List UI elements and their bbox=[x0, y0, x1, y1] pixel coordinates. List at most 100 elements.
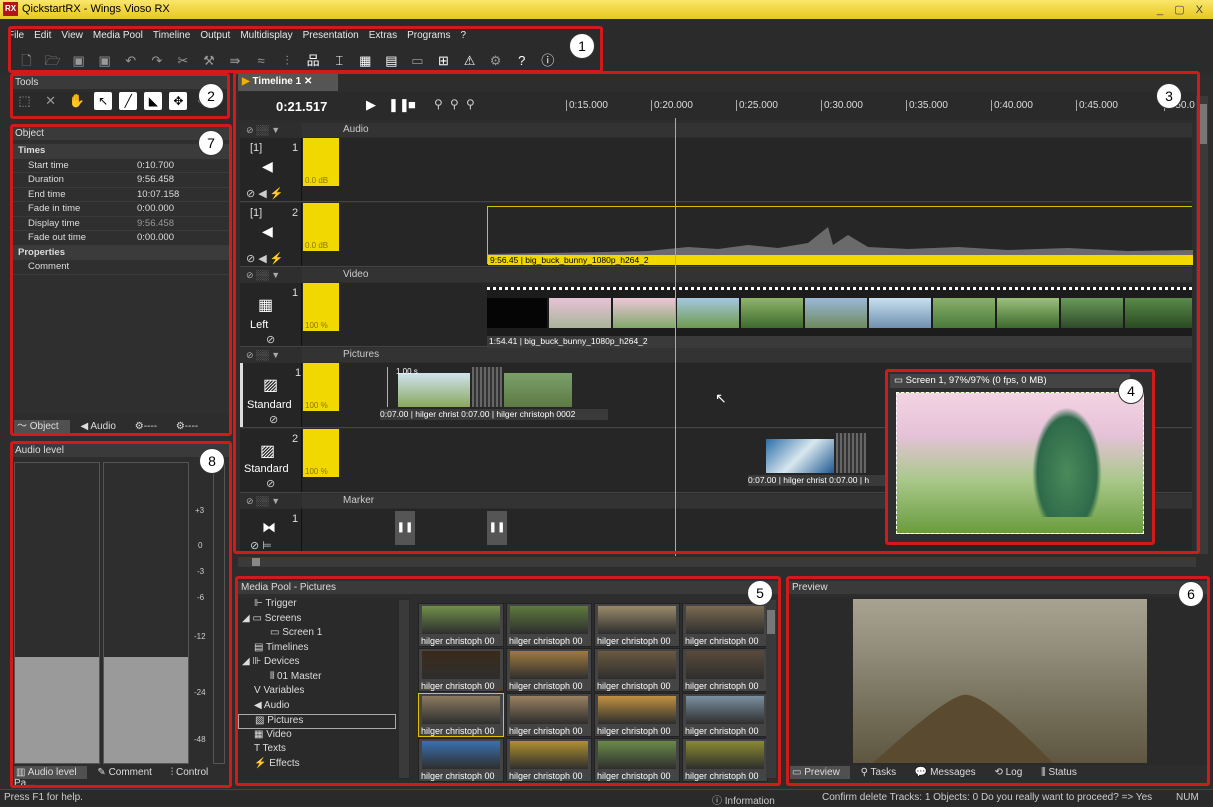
settings-icon[interactable]: ⚙ bbox=[487, 52, 504, 69]
split-icon[interactable]: ⚒ bbox=[200, 52, 217, 69]
menu-item[interactable]: Output bbox=[200, 30, 230, 41]
tab-gear-1[interactable]: ⚙---- bbox=[135, 421, 165, 432]
tab-tasks[interactable]: ⚲ Tasks bbox=[861, 767, 904, 778]
prop-row[interactable]: Duration 9:56.458 bbox=[12, 173, 229, 188]
tree-item[interactable]: ◢ ⊪ Devices bbox=[238, 656, 410, 671]
hand-icon[interactable]: ✋ bbox=[68, 92, 85, 109]
media-thumb[interactable]: hilger christoph 00 bbox=[682, 693, 768, 737]
video-clip[interactable]: 1:54.41 | big_buck_bunny_1080p_h264_2 bbox=[487, 287, 1192, 348]
scroll-thumb[interactable] bbox=[252, 558, 260, 566]
zoom-fit-icon[interactable]: ⚲ bbox=[466, 97, 475, 111]
menu-item[interactable]: Timeline bbox=[153, 30, 190, 41]
media-thumb[interactable]: hilger christoph 00 bbox=[682, 738, 768, 782]
window-controls[interactable]: _ ▢ X bbox=[1157, 3, 1207, 16]
group-video-toggles[interactable]: ⊘ ░░ ▼ bbox=[240, 268, 302, 282]
group-audio-toggles[interactable]: ⊘ ░░ ▼ bbox=[240, 123, 302, 137]
screen-preview-window[interactable]: ▭ Screen 1, 97%/97% (0 fps, 0 MB) bbox=[888, 372, 1152, 542]
picture-clip-group[interactable]: 0:07.00 | hilger christ 0:07.00 | h bbox=[748, 433, 888, 486]
group-pictures-toggles[interactable]: ⊘ ░░ ▼ bbox=[240, 348, 302, 362]
devices-icon[interactable]: ⌶ bbox=[331, 52, 348, 69]
picture-clip-group[interactable]: 1.00 s 0:07.00 | hilger christ 0:07.00 |… bbox=[380, 367, 608, 420]
prop-row[interactable]: Fade out time 0:00.000 bbox=[12, 231, 229, 246]
menu-item[interactable]: View bbox=[61, 30, 83, 41]
close-tab-icon[interactable]: ✕ bbox=[304, 76, 312, 87]
scroll-thumb[interactable] bbox=[767, 610, 775, 634]
prop-row[interactable]: Fade in time 0:00.000 bbox=[12, 202, 229, 217]
media-thumb[interactable]: hilger christoph 00 bbox=[506, 693, 592, 737]
track-controls[interactable]: ⊘ ⊨ bbox=[250, 539, 272, 552]
prop-row[interactable]: Display time 9:56.458 bbox=[12, 217, 229, 231]
tree-scrollbar[interactable] bbox=[399, 600, 409, 778]
tree-item[interactable]: ◢ ▭ Screens bbox=[238, 613, 410, 628]
time-ruler[interactable]: 0:15.000 0:20.000 0:25.000 0:30.000 0:35.000… bbox=[566, 92, 1196, 120]
menu-item[interactable]: Programs bbox=[407, 30, 450, 41]
tab-log[interactable]: ⟲ Log bbox=[994, 767, 1030, 778]
mute-icon[interactable]: ⊘ bbox=[266, 333, 275, 346]
menu-item[interactable]: ? bbox=[460, 30, 466, 41]
new-icon[interactable]: 🗋 bbox=[18, 52, 35, 69]
tree-item[interactable]: ◀ Audio bbox=[238, 700, 410, 715]
timeline-vertical-scrollbar[interactable] bbox=[1196, 96, 1208, 554]
monitor-icon[interactable]: ▭ bbox=[409, 52, 426, 69]
tab-audio[interactable]: ◀ Audio bbox=[80, 421, 124, 432]
fill-icon[interactable]: ◣ bbox=[144, 92, 163, 110]
media-thumb[interactable]: hilger christoph 00 bbox=[418, 738, 504, 782]
info-icon[interactable]: ⓘ bbox=[539, 52, 556, 69]
playhead[interactable] bbox=[675, 118, 676, 556]
track-header[interactable]: 1 ▨ Standard ⊘ bbox=[240, 363, 302, 427]
tree-item[interactable]: ⫴ 01 Master bbox=[238, 671, 410, 686]
calendar-icon[interactable]: ▦ bbox=[357, 52, 374, 69]
track-level[interactable]: 100 % bbox=[303, 283, 339, 331]
dmx-icon[interactable]: ⊞ bbox=[435, 52, 452, 69]
group-video[interactable]: ⊘ ░░ ▼ Video bbox=[240, 268, 1192, 282]
media-thumb[interactable]: hilger christoph 00 bbox=[594, 738, 680, 782]
select-rect-icon[interactable]: ⬚ bbox=[16, 92, 33, 109]
media-thumb[interactable]: hilger christoph 00 bbox=[418, 603, 504, 647]
timeline-tab[interactable]: ▶ Timeline 1 ✕ bbox=[238, 74, 338, 91]
group-marker-toggles[interactable]: ⊘ ░░ ▼ bbox=[240, 494, 302, 508]
tree-item[interactable]: ▦ Video bbox=[238, 729, 410, 744]
tree-item[interactable]: V Variables bbox=[238, 685, 410, 700]
menu-item[interactable]: Extras bbox=[369, 30, 397, 41]
cut-icon[interactable]: ✂ bbox=[174, 52, 191, 69]
menu-item[interactable]: Media Pool bbox=[93, 30, 143, 41]
tab-status[interactable]: ⫼ Status bbox=[1041, 767, 1085, 778]
move-icon[interactable]: ✥ bbox=[169, 92, 188, 110]
play-icon[interactable]: ▶ bbox=[366, 97, 376, 113]
track-audio-2[interactable]: [1] 2 ◀ ⊘ ◀ ⚡ 0.0 dB 9:56.45 | big_buck_… bbox=[240, 203, 1193, 267]
mute-icon[interactable]: ⊘ bbox=[269, 413, 278, 426]
track-controls[interactable]: ⊘ ◀ ⚡ bbox=[246, 187, 284, 200]
mute-icon[interactable]: ⊘ bbox=[266, 477, 275, 490]
tab-gear-2[interactable]: ⚙---- bbox=[176, 421, 206, 432]
track-controls[interactable]: ⊘ ◀ ⚡ bbox=[246, 252, 284, 265]
help-icon[interactable]: ? bbox=[513, 52, 530, 69]
undo-icon[interactable]: ↶ bbox=[122, 52, 139, 69]
section-times[interactable]: Times bbox=[12, 144, 229, 159]
media-thumb[interactable]: hilger christoph 00 bbox=[418, 693, 504, 737]
tree-item[interactable]: T Texts bbox=[238, 743, 410, 758]
line-icon[interactable]: ╱ bbox=[119, 92, 138, 110]
audio-clip[interactable]: 9:56.45 | big_buck_bunny_1080p_h264_2 bbox=[487, 206, 1193, 265]
pause-marker[interactable]: ❚❚ bbox=[487, 511, 507, 545]
track-level[interactable]: 100 % bbox=[303, 429, 339, 477]
scroll-thumb[interactable] bbox=[1197, 104, 1207, 144]
media-thumb[interactable]: hilger christoph 00 bbox=[506, 603, 592, 647]
save-icon[interactable]: ▣ bbox=[70, 52, 87, 69]
tree-item-selected[interactable]: ▨ Pictures bbox=[238, 714, 396, 729]
media-thumb[interactable]: hilger christoph 00 bbox=[418, 648, 504, 692]
zoom-out-icon[interactable]: ⚲ bbox=[450, 97, 459, 111]
track-level[interactable]: 100 % bbox=[303, 363, 339, 411]
master-fader[interactable] bbox=[213, 462, 225, 764]
pointer-icon[interactable]: ↖ bbox=[94, 92, 113, 110]
cut-tool-icon[interactable]: ✕ bbox=[42, 92, 59, 109]
play-mode-icon[interactable]: ⇛ bbox=[227, 52, 244, 69]
zoom-in-icon[interactable]: ⚲ bbox=[434, 97, 443, 111]
stop-icon[interactable]: ■ bbox=[408, 97, 416, 112]
redo-icon[interactable]: ↷ bbox=[148, 52, 165, 69]
sync-icon[interactable]: ⫶ bbox=[279, 52, 296, 69]
track-level[interactable]: 0.0 dB bbox=[303, 203, 339, 251]
menu-item[interactable]: Multidisplay bbox=[240, 30, 292, 41]
tree-item[interactable]: ▭ Screen 1 bbox=[238, 627, 410, 642]
tab-messages[interactable]: 💬 Messages bbox=[915, 767, 984, 778]
tree-item[interactable]: ⊩ Trigger bbox=[238, 598, 410, 613]
